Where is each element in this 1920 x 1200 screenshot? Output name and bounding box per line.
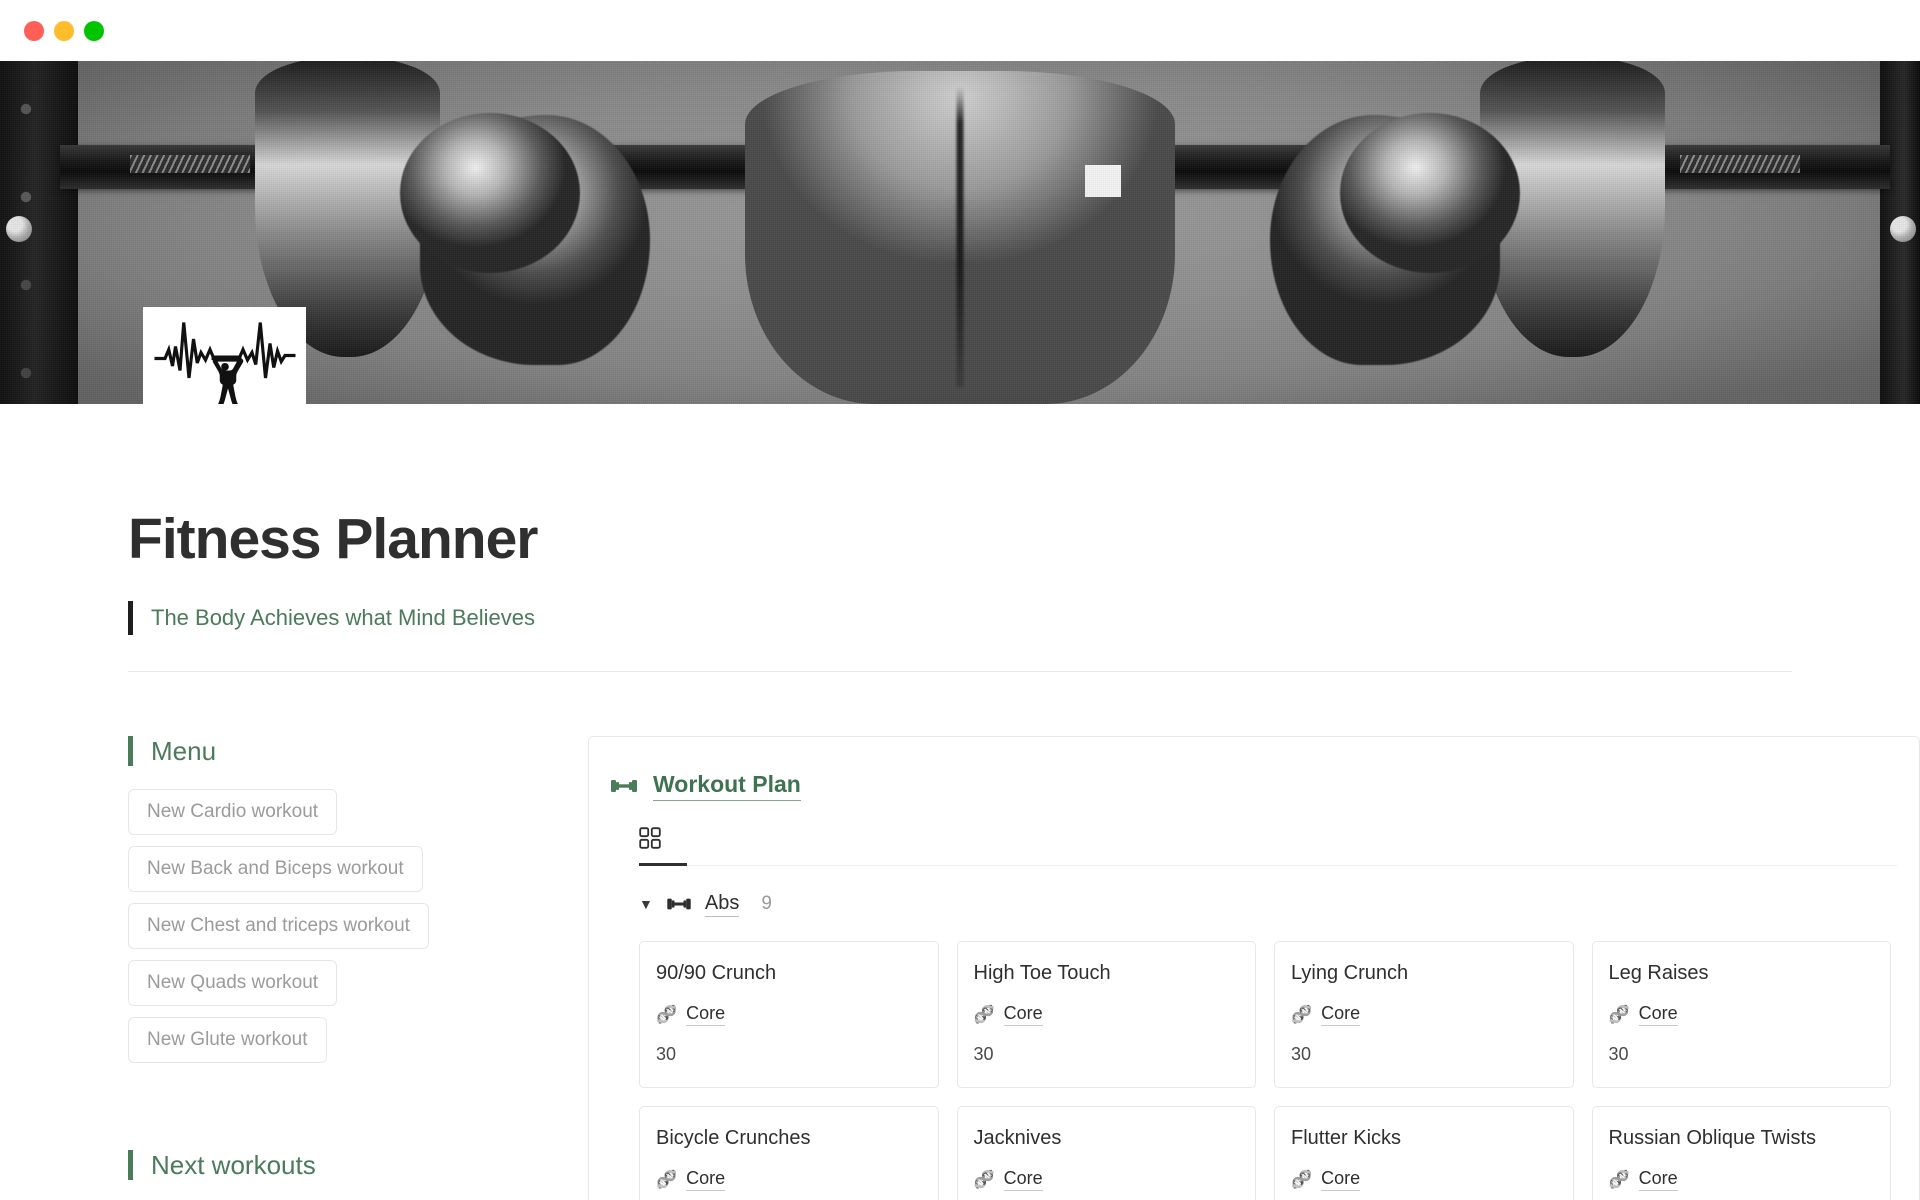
exercise-card-tag-label: Core [1638, 1168, 1678, 1191]
exercise-card-tag[interactable]: 🧬 Core [1609, 1168, 1875, 1191]
menu-list: New Cardio workout New Back and Biceps w… [128, 788, 460, 1074]
quote-text: The Body Achieves what Mind Believes [151, 604, 535, 630]
exercise-card-tag-label: Core [1003, 1168, 1043, 1191]
next-workouts-heading: Next workouts [128, 1150, 460, 1181]
exercise-card[interactable]: 90/90 Crunch 🧬 Core 30 [639, 940, 939, 1088]
dna-icon: 🧬 [656, 1004, 678, 1024]
menu-item-new-cardio-workout[interactable]: New Cardio workout [128, 788, 338, 835]
page-title: Fitness Planner [128, 507, 538, 571]
workout-plan-link[interactable]: Workout Plan [653, 771, 801, 801]
tabs-active-indicator [639, 863, 687, 866]
exercise-card-tag[interactable]: 🧬 Core [656, 1003, 922, 1026]
dna-icon: 🧬 [1608, 1169, 1630, 1189]
dna-icon: 🧬 [656, 1169, 678, 1189]
menu-item-new-back-and-biceps-workout[interactable]: New Back and Biceps workout [128, 845, 423, 892]
close-window-button[interactable] [24, 20, 44, 41]
exercise-card-tag[interactable]: 🧬 Core [656, 1168, 922, 1191]
menu-heading: Menu [128, 736, 460, 767]
menu-item-new-glute-workout[interactable]: New Glute workout [128, 1016, 327, 1063]
window-titlebar [0, 0, 1920, 61]
gallery-view-icon [639, 826, 661, 854]
exercise-card[interactable]: High Toe Touch 🧬 Core 30 [956, 940, 1256, 1088]
menu-heading-label: Menu [151, 735, 217, 766]
exercise-card-title: Jacknives [973, 1126, 1062, 1149]
exercise-card-tag-label: Core [1321, 1168, 1361, 1191]
main-column: Workout Plan ▼ Abs 9 90/90 Crunch 🧬 Core… [460, 735, 1920, 1200]
dna-icon: 🧬 [1608, 1004, 1630, 1024]
menu-item-new-quads-workout[interactable]: New Quads workout [128, 959, 338, 1006]
weightlifter-heartbeat-icon[interactable] [143, 307, 306, 404]
exercise-card[interactable]: Leg Raises 🧬 Core 30 [1591, 940, 1891, 1088]
page-body: Fitness Planner The Body Achieves what M… [0, 508, 1920, 1200]
group-name-label: Abs [704, 892, 740, 917]
exercise-card-tag-label: Core [1638, 1003, 1678, 1026]
chevron-down-icon[interactable]: ▼ [639, 897, 653, 911]
exercise-card-tag-label: Core [686, 1168, 726, 1191]
exercise-card-reps: 30 [1291, 1043, 1312, 1064]
sidebar-column: Menu New Cardio workout New Back and Bic… [0, 736, 460, 1200]
exercise-card-reps: 30 [973, 1043, 994, 1064]
exercise-card[interactable]: Jacknives 🧬 Core 30 [956, 1105, 1256, 1200]
database-view-tabs [639, 823, 1919, 866]
dna-icon: 🧬 [973, 1004, 995, 1024]
dna-icon: 🧬 [973, 1169, 995, 1189]
dna-icon: 🧬 [1291, 1004, 1313, 1024]
exercise-card-tag[interactable]: 🧬 Core [1291, 1003, 1557, 1026]
exercise-card-title: High Toe Touch [973, 961, 1111, 984]
maximize-window-button[interactable] [84, 20, 104, 41]
exercise-card-title: Bicycle Crunches [656, 1126, 811, 1149]
exercise-card[interactable]: Flutter Kicks 🧬 Core 30 [1274, 1105, 1574, 1200]
exercise-card[interactable]: Russian Oblique Twists 🧬 Core 30 [1591, 1105, 1891, 1200]
exercise-card[interactable]: Lying Crunch 🧬 Core 30 [1274, 940, 1574, 1088]
workout-plan-panel: Workout Plan ▼ Abs 9 90/90 Crunch 🧬 Core… [588, 735, 1920, 1200]
next-workouts-heading-label: Next workouts [151, 1149, 316, 1180]
quote-accent-bar [128, 600, 133, 635]
group-count-label: 9 [761, 893, 772, 915]
page-quote: The Body Achieves what Mind Believes [128, 600, 1792, 635]
exercise-card-reps: 30 [1608, 1043, 1629, 1064]
workout-plan-header: Workout Plan [589, 763, 1919, 801]
exercise-card-tag-label: Core [1003, 1003, 1043, 1026]
exercise-card-title: 90/90 Crunch [656, 961, 777, 984]
menu-item-new-chest-and-triceps-workout[interactable]: New Chest and triceps workout [128, 902, 429, 949]
group-dumbbell-icon [667, 895, 691, 913]
exercise-card-tag-label: Core [686, 1003, 726, 1026]
menu-accent-bar [128, 736, 133, 767]
exercise-card-title: Lying Crunch [1291, 961, 1409, 984]
exercise-card-title: Leg Raises [1608, 961, 1709, 984]
exercise-card-title: Russian Oblique Twists [1608, 1126, 1817, 1149]
exercise-card-title: Flutter Kicks [1291, 1126, 1402, 1149]
header-divider [128, 670, 1792, 672]
group-header-abs[interactable]: ▼ Abs 9 [639, 892, 1919, 917]
exercise-card-tag[interactable]: 🧬 Core [1291, 1168, 1557, 1191]
next-workouts-accent-bar [128, 1150, 133, 1181]
exercise-card-reps: 30 [656, 1043, 677, 1064]
exercise-card[interactable]: Bicycle Crunches 🧬 Core 30 [639, 1105, 939, 1200]
dumbbell-icon [611, 776, 637, 796]
exercise-card-tag[interactable]: 🧬 Core [974, 1003, 1240, 1026]
page-columns: Menu New Cardio workout New Back and Bic… [0, 735, 1920, 1200]
exercise-card-tag[interactable]: 🧬 Core [974, 1168, 1240, 1191]
exercise-card-tag[interactable]: 🧬 Core [1609, 1003, 1875, 1026]
exercise-cards-grid: 90/90 Crunch 🧬 Core 30 High Toe Touch 🧬 … [589, 917, 1919, 1200]
exercise-card-tag-label: Core [1321, 1003, 1361, 1026]
tab-gallery-view[interactable] [639, 823, 673, 866]
page-cover-image[interactable] [0, 61, 1920, 404]
dna-icon: 🧬 [1291, 1169, 1313, 1189]
minimize-window-button[interactable] [54, 20, 74, 41]
tabs-underline [639, 864, 1897, 866]
